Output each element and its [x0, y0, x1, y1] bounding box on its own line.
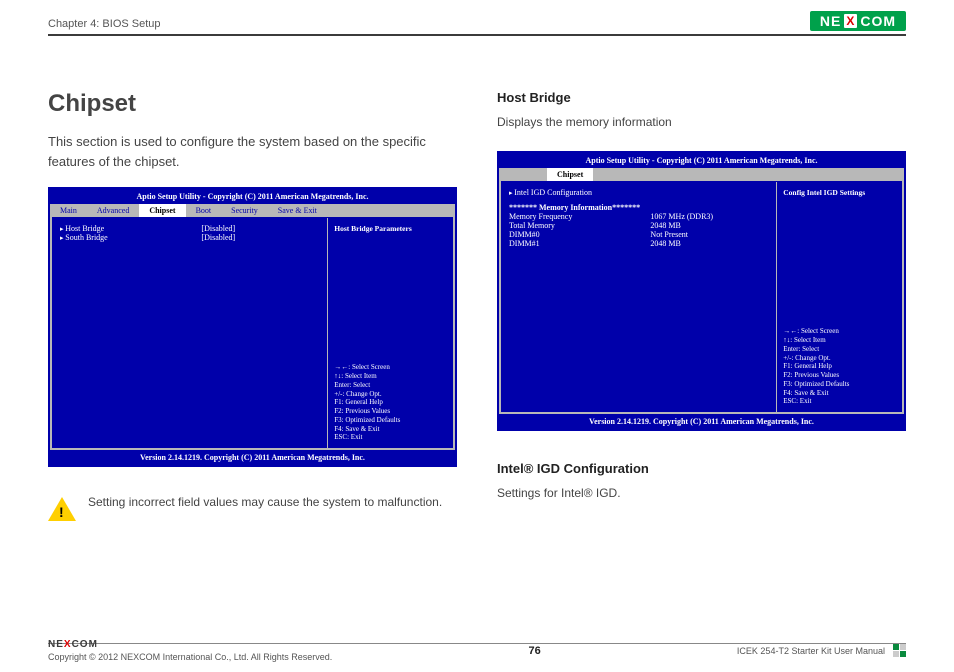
bios-left-pane: Intel IGD Configuration ******* Memory I…	[501, 182, 776, 412]
footer-logo: NEXCOM	[48, 639, 332, 650]
copyright-text: Copyright © 2012 NEXCOM International Co…	[48, 652, 332, 662]
bios-help-title: Host Bridge Parameters	[334, 224, 447, 233]
page-header: Chapter 4: BIOS Setup NEXCOM	[48, 10, 906, 30]
warning-text: Setting incorrect field values may cause…	[88, 495, 442, 509]
south-bridge-label: South Bridge	[60, 233, 201, 242]
bios-row: Host Bridge [Disabled]	[60, 224, 319, 233]
footer-left: NEXCOM Copyright © 2012 NEXCOM Internati…	[48, 639, 332, 662]
chapter-label: Chapter 4: BIOS Setup	[48, 18, 161, 30]
south-bridge-value: [Disabled]	[201, 233, 319, 242]
bios-screenshot-left: Aptio Setup Utility - Copyright (C) 2011…	[48, 187, 457, 467]
bios-screenshot-right: Aptio Setup Utility - Copyright (C) 2011…	[497, 151, 906, 431]
bios-tabs: Main Advanced Chipset Boot Security Save…	[50, 204, 455, 217]
tab-security: Security	[221, 204, 268, 217]
bios-right-pane: Host Bridge Parameters →←: Select Screen…	[327, 218, 453, 448]
igd-desc: Settings for Intel® IGD.	[497, 486, 906, 500]
bios-help-title: Config Intel IGD Settings	[783, 188, 896, 197]
bios-title-bar: Aptio Setup Utility - Copyright (C) 2011…	[50, 189, 455, 204]
bios-body: Host Bridge [Disabled] South Bridge [Dis…	[52, 217, 453, 448]
decoration-squares-icon	[893, 644, 906, 657]
manual-name: ICEK 254-T2 Starter Kit User Manual	[737, 646, 885, 656]
mem-info-header: ******* Memory Information*******	[509, 203, 768, 212]
page-footer: NEXCOM Copyright © 2012 NEXCOM Internati…	[48, 639, 906, 662]
igd-config-link: Intel IGD Configuration	[509, 188, 768, 197]
igd-heading: Intel® IGD Configuration	[497, 461, 906, 476]
bios-key-help: →←: Select Screen ↑↓: Select Item Enter:…	[783, 327, 896, 406]
header-rule	[48, 34, 906, 36]
bios-title-bar: Aptio Setup Utility - Copyright (C) 2011…	[499, 153, 904, 168]
section-intro: This section is used to configure the sy…	[48, 132, 457, 171]
host-bridge-label: Host Bridge	[60, 224, 201, 233]
host-bridge-desc: Displays the memory information	[497, 115, 906, 129]
right-column: Host Bridge Displays the memory informat…	[497, 90, 906, 622]
tab-boot: Boot	[186, 204, 222, 217]
tab-save-exit: Save & Exit	[268, 204, 327, 217]
host-bridge-heading: Host Bridge	[497, 90, 906, 105]
bios-tabs: .. .. Chipset	[499, 168, 904, 181]
host-bridge-value: [Disabled]	[201, 224, 319, 233]
bios-bottom-bar: Version 2.14.1219. Copyright (C) 2011 Am…	[50, 450, 455, 465]
warning-note: Setting incorrect field values may cause…	[48, 495, 457, 521]
bios-bottom-bar: Version 2.14.1219. Copyright (C) 2011 Am…	[499, 414, 904, 429]
page-number: 76	[528, 645, 540, 657]
tab-chipset: Chipset	[139, 204, 185, 217]
bios-left-pane: Host Bridge [Disabled] South Bridge [Dis…	[52, 218, 327, 448]
warning-icon	[48, 497, 76, 521]
bios-row: South Bridge [Disabled]	[60, 233, 319, 242]
tab-advanced: Advanced	[87, 204, 139, 217]
tab-chipset: Chipset	[547, 168, 593, 181]
section-title: Chipset	[48, 90, 457, 118]
left-column: Chipset This section is used to configur…	[48, 90, 457, 622]
brand-logo: NEXCOM	[810, 11, 906, 31]
tab-main: Main	[50, 204, 87, 217]
bios-key-help: →←: Select Screen ↑↓: Select Item Enter:…	[334, 363, 447, 442]
bios-right-pane: Config Intel IGD Settings →←: Select Scr…	[776, 182, 902, 412]
main-content: Chipset This section is used to configur…	[48, 90, 906, 622]
bios-body: Intel IGD Configuration ******* Memory I…	[501, 181, 902, 412]
